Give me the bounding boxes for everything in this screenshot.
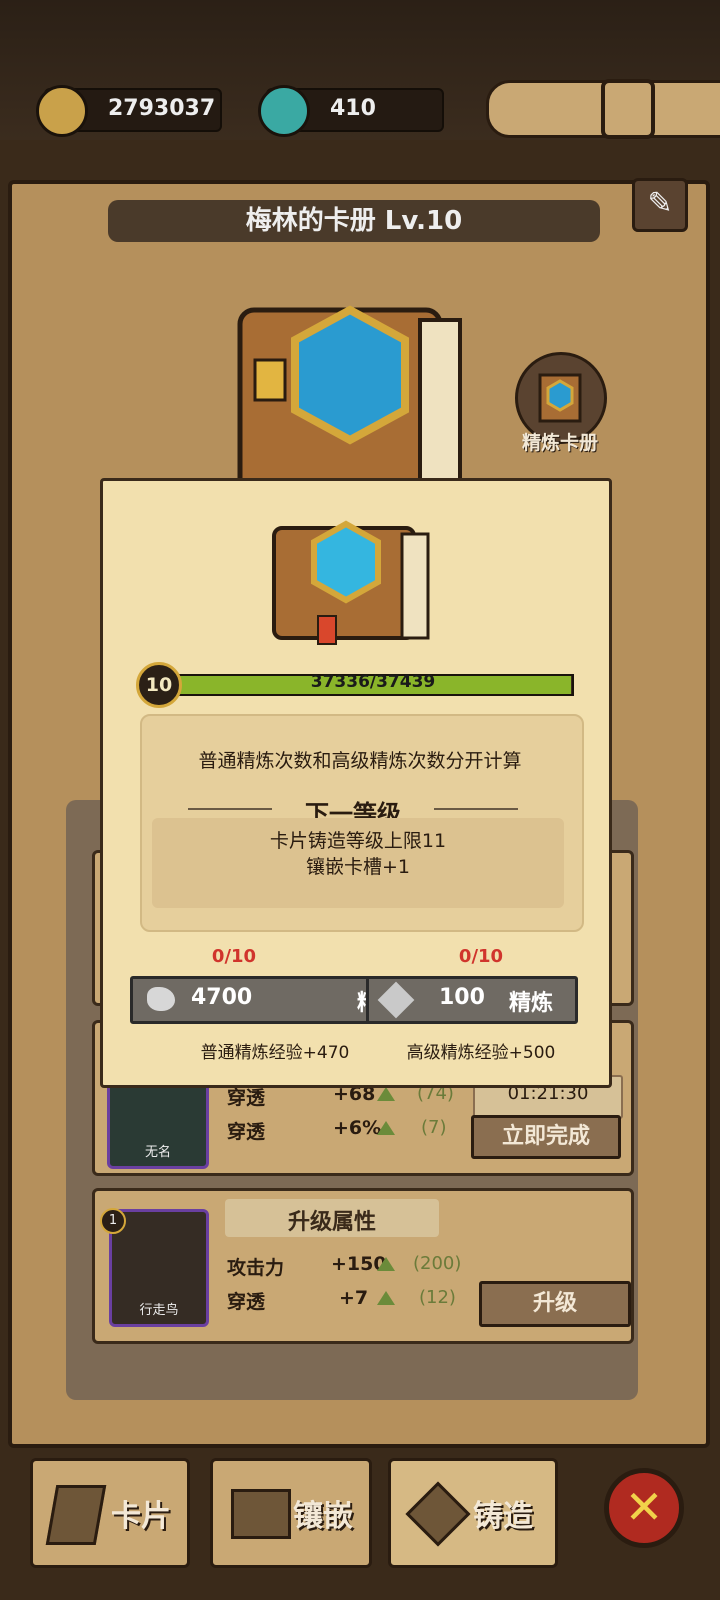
gem-counter: 410 [258, 85, 444, 137]
edit-pencil-button[interactable]: ✎ [632, 178, 688, 232]
arrow-up-icon [377, 1121, 395, 1135]
cards-icon [45, 1485, 107, 1545]
card-name: 行走鸟 [139, 1303, 179, 1318]
ore-icon [147, 987, 175, 1011]
tab-cards[interactable]: 卡片 [30, 1458, 190, 1568]
tab-inlay-label: 镶嵌 [293, 1499, 353, 1534]
popup-book-icon [272, 520, 430, 645]
card-book-illustration [237, 305, 462, 503]
close-icon: ✕ [624, 1480, 664, 1534]
forge-icon [405, 1481, 471, 1547]
tab-inlay[interactable]: 镶嵌 [210, 1458, 372, 1568]
stat-bonus: +6% [333, 1117, 382, 1139]
card-entry-1: 升级属性 1 行走鸟 攻击力 +150 (200) 穿透 +7 (12) 升级 [92, 1188, 634, 1344]
upgrade-attr-header: 升级属性 [225, 1199, 439, 1237]
finish-now-button[interactable]: 立即完成 [471, 1115, 621, 1159]
tab-cards-label: 卡片 [111, 1499, 171, 1534]
book-title: 梅林的卡册 Lv.10 [108, 200, 600, 242]
level-badge: 10 [136, 662, 182, 708]
gold-counter: 2793037 [36, 85, 222, 137]
stat-bonus: +7 [339, 1287, 369, 1309]
stat-next: (7) [421, 1117, 447, 1138]
gem-amount: 410 [330, 96, 376, 121]
stat-name: 穿透 [227, 1291, 266, 1313]
divider-left [188, 808, 272, 810]
stat-next: (200) [413, 1253, 462, 1274]
close-button[interactable]: ✕ [604, 1468, 684, 1548]
refine-note: 普通精炼次数和高级精炼次数分开计算 [198, 750, 522, 772]
normal-refine-cost: 4700 [191, 985, 253, 1010]
stat-name: 穿透 [227, 1121, 266, 1143]
pencil-icon: ✎ [647, 186, 673, 221]
stat-next: (12) [419, 1287, 456, 1308]
next-level-line-2: 镶嵌卡槽+1 [305, 856, 410, 878]
tab-forge[interactable]: 铸造 [388, 1458, 558, 1568]
normal-refine-count: 0/10 [211, 946, 257, 967]
arrow-up-icon [377, 1257, 395, 1271]
gold-amount: 2793037 [108, 96, 216, 121]
advanced-refine-exp: 高级精炼经验+500 [406, 1043, 556, 1063]
gem-icon [258, 85, 310, 137]
stat-name: 攻击力 [227, 1257, 285, 1279]
card-level-badge: 1 [100, 1208, 126, 1234]
book-icon [231, 1489, 291, 1539]
menu-strap[interactable] [486, 79, 720, 139]
card-portrait[interactable]: 1 行走鸟 [100, 1208, 209, 1327]
arrow-up-icon [377, 1291, 395, 1305]
card-name: 无名 [144, 1145, 171, 1160]
tab-forge-label: 铸造 [473, 1499, 533, 1534]
buckle-icon [601, 79, 655, 139]
advanced-refine-button[interactable]: 100 精炼 [366, 976, 578, 1024]
advanced-refine-count: 0/10 [458, 946, 504, 967]
gold-icon [36, 85, 88, 137]
crystal-ore-icon [377, 981, 415, 1019]
upgrade-attr-title: 升级属性 [287, 1210, 376, 1235]
advanced-refine-cost: 100 [439, 985, 485, 1010]
upgrade-button[interactable]: 升级 [479, 1281, 631, 1327]
arrow-up-icon [377, 1087, 395, 1101]
divider-right [434, 808, 518, 810]
xp-text: 37336/37439 [310, 672, 436, 692]
refine-book-label: 精炼卡册 [521, 432, 598, 454]
advanced-refine-label: 精炼 [508, 991, 553, 1016]
next-level-line-1: 卡片铸造等级上限11 [269, 830, 447, 852]
